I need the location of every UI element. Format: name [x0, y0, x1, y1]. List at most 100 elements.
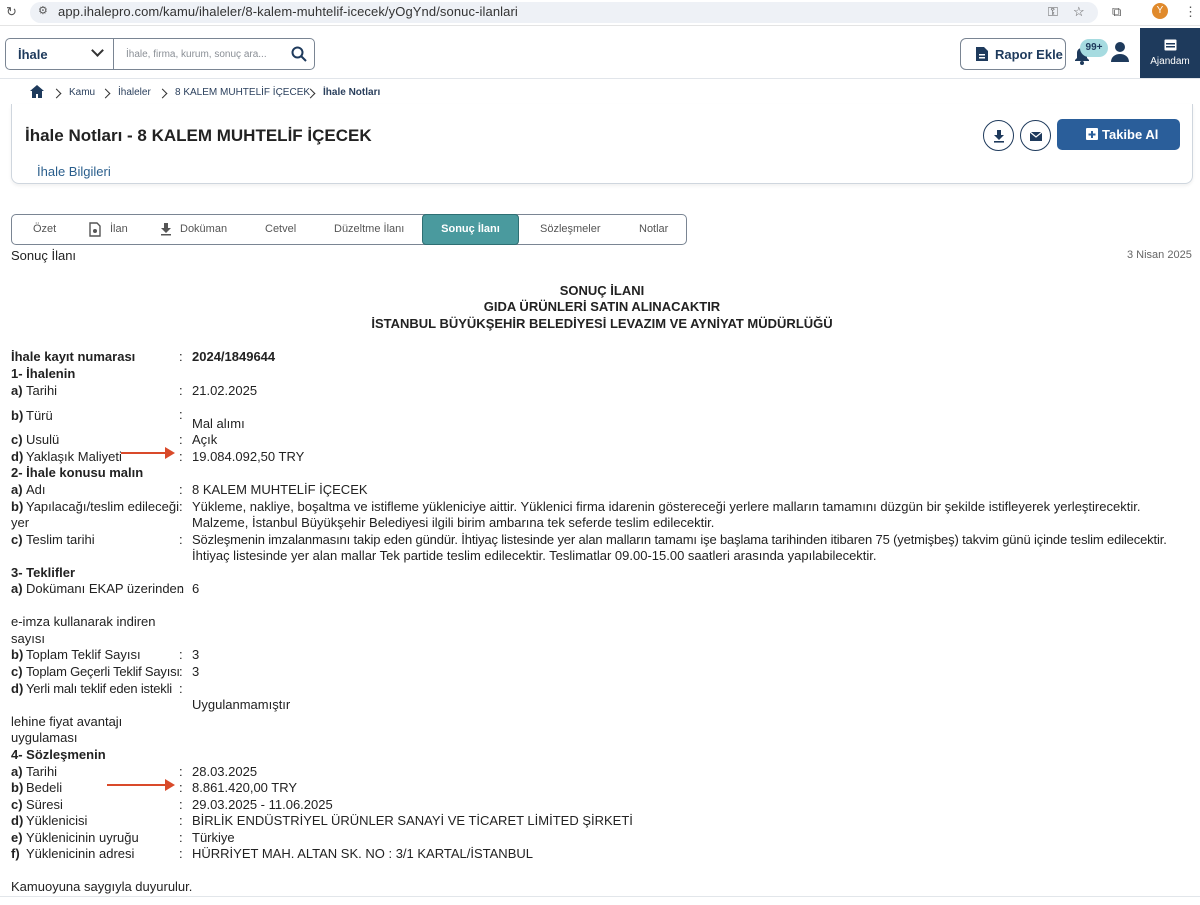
- colon: :: [179, 830, 183, 845]
- breadcrumb-kamu[interactable]: Kamu: [69, 87, 95, 98]
- colon: :: [179, 349, 183, 364]
- item-key: c): [11, 532, 23, 547]
- title-card: İhale Notları - 8 KALEM MUHTELİF İÇECEK …: [11, 104, 1193, 184]
- user-icon[interactable]: [1110, 41, 1130, 63]
- breadcrumb: Kamu İhaleler 8 KALEM MUHTELİF İÇECEK İh…: [0, 80, 1200, 106]
- colon: :: [179, 797, 183, 812]
- tab-sozlesmeler[interactable]: Sözleşmeler: [540, 215, 601, 244]
- item-label: Yerli malı teklif eden istekli: [26, 681, 172, 696]
- tab-bar: Özet İlan Doküman Cetvel Düzeltme İlanı …: [11, 214, 687, 245]
- announcement-date: 3 Nisan 2025: [1127, 249, 1192, 261]
- kayit-label: İhale kayıt numarası: [11, 349, 136, 364]
- kayit-value: 2024/1849644: [192, 349, 276, 364]
- item-label: Tarihi: [26, 764, 58, 779]
- browser-bar: ↻ ⚙ app.ihalepro.com/kamu/ihaleler/8-kal…: [0, 0, 1200, 26]
- doc-heading-1: SONUÇ İLANI: [559, 283, 645, 298]
- item-label-cont: uygulaması: [11, 730, 78, 745]
- item-label: Yüklenicinin adresi: [26, 846, 135, 861]
- item-key: b): [11, 499, 24, 514]
- item-label: Toplam Geçerli Teklif Sayısı: [26, 664, 180, 679]
- section-1-heading: 1- İhalenin: [11, 366, 76, 381]
- item-value: 28.03.2025: [192, 764, 258, 779]
- colon: :: [179, 532, 183, 547]
- breadcrumb-current: İhale Notları: [323, 87, 381, 98]
- item-label: Dokümanı EKAP üzerinden: [26, 581, 185, 596]
- item-value-cont: İhtiyaç listesinde yer alan mallar Tek p…: [192, 548, 877, 563]
- colon: :: [179, 499, 183, 514]
- download-icon: [160, 223, 172, 241]
- email-button[interactable]: [1020, 120, 1051, 151]
- colon: :: [179, 449, 183, 464]
- tab-notlar[interactable]: Notlar: [639, 215, 668, 244]
- item-value: Türkiye: [192, 830, 235, 845]
- tab-sonuc-ilani[interactable]: Sonuç İlanı: [422, 214, 519, 245]
- star-icon[interactable]: ☆: [1073, 4, 1085, 20]
- ihale-bilgileri-link[interactable]: İhale Bilgileri: [37, 164, 111, 179]
- item-value: 19.084.092,50 TRY: [192, 449, 305, 464]
- key-icon[interactable]: ⚿: [1048, 4, 1058, 20]
- download-icon: [994, 130, 1004, 143]
- annotation-arrow: [107, 779, 175, 791]
- item-value: BİRLİK ENDÜSTRİYEL ÜRÜNLER SANAYİ VE TİC…: [192, 813, 633, 828]
- item-value: 8 KALEM MUHTELİF İÇECEK: [192, 482, 368, 497]
- tab-ozet[interactable]: Özet: [33, 215, 56, 244]
- colon: :: [179, 581, 183, 596]
- calendar-icon: [1164, 39, 1177, 51]
- profile-avatar[interactable]: Y: [1152, 3, 1168, 19]
- item-key: a): [11, 581, 23, 596]
- colon: :: [179, 813, 183, 828]
- download-button[interactable]: [983, 120, 1014, 151]
- item-label: Adı: [26, 482, 46, 497]
- rapor-ekle-button[interactable]: Rapor Ekle: [960, 38, 1066, 70]
- chevron-right-icon: [100, 88, 111, 99]
- item-key: b): [11, 647, 24, 662]
- tab-ilan[interactable]: İlan: [110, 215, 128, 244]
- item-label: Yaklaşık Maliyeti: [26, 449, 122, 464]
- item-key: a): [11, 383, 23, 398]
- url-text[interactable]: app.ihalepro.com/kamu/ihaleler/8-kalem-m…: [58, 4, 518, 19]
- section-label: Sonuç İlanı: [11, 248, 77, 263]
- colon: :: [179, 432, 183, 447]
- item-key: a): [11, 482, 23, 497]
- tab-duzeltme-ilani[interactable]: Düzeltme İlanı: [334, 215, 404, 244]
- search-icon[interactable]: [291, 46, 307, 62]
- extensions-icon[interactable]: ⧉: [1112, 4, 1121, 20]
- chevron-right-icon: [157, 88, 168, 99]
- home-icon[interactable]: [30, 85, 44, 99]
- annotation-arrow: [121, 447, 175, 459]
- item-value: Sözleşmenin imzalanmasını takip eden gün…: [192, 532, 1167, 547]
- colon: :: [179, 383, 183, 398]
- search-input[interactable]: İhale, firma, kurum, sonuç ara...: [113, 38, 315, 70]
- item-value: 3: [192, 647, 200, 662]
- colon: :: [179, 780, 183, 795]
- item-label-cont: lehine fiyat avantajı: [11, 714, 123, 729]
- item-key: a): [11, 764, 23, 779]
- item-value: 21.02.2025: [192, 383, 258, 398]
- item-value: Yükleme, nakliye, boşaltma ve istifleme …: [192, 499, 1141, 514]
- breadcrumb-ihaleler[interactable]: İhaleler: [118, 87, 151, 98]
- item-value: 3: [192, 664, 200, 679]
- item-label-cont: e-imza kullanarak indiren: [11, 614, 156, 629]
- item-label: Toplam Teklif Sayısı: [26, 647, 141, 662]
- menu-icon[interactable]: ⋮: [1184, 4, 1197, 20]
- category-select[interactable]: İhale: [5, 38, 114, 70]
- item-key: c): [11, 664, 23, 679]
- site-settings-icon[interactable]: ⚙: [38, 4, 48, 17]
- takibe-al-label: Takibe Al: [1102, 127, 1159, 142]
- reload-icon[interactable]: ↻: [6, 4, 17, 20]
- tab-cetvel[interactable]: Cetvel: [265, 215, 296, 244]
- tab-dokuman[interactable]: Doküman: [180, 215, 227, 244]
- takibe-al-button[interactable]: Takibe Al: [1057, 119, 1180, 150]
- item-label: Yapılacağı/teslim edileceği: [26, 499, 179, 514]
- item-key: b): [11, 780, 24, 795]
- item-value: 29.03.2025 - 11.06.2025: [192, 797, 333, 812]
- colon: :: [179, 664, 183, 679]
- section-3-heading: 3- Teklifler: [11, 565, 76, 580]
- category-select-value: İhale: [18, 47, 48, 62]
- item-label: Yüklenicisi: [26, 813, 88, 828]
- item-key: b): [11, 408, 24, 423]
- ajandam-button[interactable]: Ajandam: [1140, 28, 1200, 78]
- chevron-right-icon: [51, 88, 62, 99]
- breadcrumb-ihale[interactable]: 8 KALEM MUHTELİF İÇECEK: [175, 87, 310, 98]
- item-key: d): [11, 681, 24, 696]
